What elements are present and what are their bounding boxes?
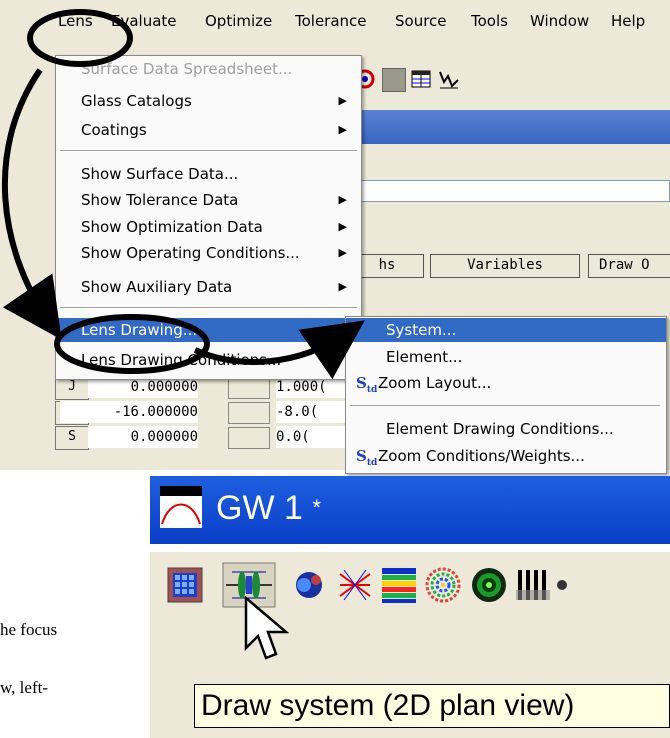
menu-item-label: Show Operating Conditions...: [81, 244, 300, 262]
menu-item-show-tolerance-data[interactable]: Show Tolerance Data ▶: [56, 188, 361, 212]
row-id: S: [55, 426, 89, 450]
spot-diagram-icon[interactable]: [424, 566, 462, 604]
lens-drawing-submenu: System... Element... Std Zoom Layout... …: [345, 316, 667, 474]
gw-divider: [150, 544, 670, 552]
background-strip: [355, 144, 670, 156]
tooltip: Draw system (2D plan view): [194, 684, 670, 728]
menu-item-label: Glass Catalogs: [81, 92, 192, 110]
menu-item-surface-data-spreadsheet: Surface Data Spreadsheet...: [56, 57, 361, 81]
menu-item-label: Show Optimization Data: [81, 218, 263, 236]
ray-fan-icon[interactable]: [336, 566, 374, 604]
submenu-arrow-icon: ▶: [338, 280, 347, 293]
submenu-item-label: Zoom Layout...: [378, 374, 492, 392]
menu-item-show-optimization-data[interactable]: Show Optimization Data ▶: [56, 215, 361, 239]
menu-tools[interactable]: Tools: [471, 10, 508, 32]
menu-item-label: Coatings: [81, 121, 147, 139]
menu-item-glass-catalogs[interactable]: Glass Catalogs ▶: [56, 89, 361, 113]
menu-item-lens-drawing-conditions[interactable]: Lens Drawing Conditions...: [56, 348, 361, 372]
menu-separator: [60, 307, 357, 309]
menu-item-show-auxiliary-data[interactable]: Show Auxiliary Data ▶: [56, 275, 361, 299]
std-icon: Std: [356, 447, 378, 468]
green-spot-icon[interactable]: [470, 566, 508, 604]
background-toolbar: [350, 60, 670, 98]
menu-tolerance[interactable]: Tolerance: [295, 10, 367, 32]
menu-item-label: Lens Drawing...: [81, 321, 198, 339]
color-bars-icon[interactable]: [380, 566, 418, 604]
row-variable-box[interactable]: [228, 402, 270, 424]
menu-window[interactable]: Window: [530, 10, 589, 32]
submenu-arrow-icon: ▶: [338, 246, 347, 259]
menu-evaluate[interactable]: Evaluate: [111, 10, 177, 32]
row-variable-box[interactable]: [228, 427, 270, 449]
submenu-arrow-icon: ▶: [338, 193, 347, 206]
submenu-arrow-icon: ▶: [338, 94, 347, 107]
lens-menu: Surface Data Spreadsheet... Glass Catalo…: [55, 55, 362, 380]
menubar: Lens Evaluate Optimize Tolerance Source …: [0, 0, 670, 40]
row-value-2[interactable]: 0.0(: [276, 426, 346, 448]
submenu-item-element-drawing-conditions[interactable]: Element Drawing Conditions...: [346, 417, 666, 441]
row-value[interactable]: 0.000000: [88, 426, 198, 448]
gw-title-text: GW 1: [216, 489, 303, 527]
menu-item-show-operating-conditions[interactable]: Show Operating Conditions... ▶: [56, 241, 361, 265]
doc-text-fragment: he focus: [0, 620, 58, 639]
submenu-item-element[interactable]: Element...: [346, 345, 666, 369]
menu-item-label: Lens Drawing Conditions...: [81, 351, 282, 369]
menu-help[interactable]: Help: [611, 10, 645, 32]
menu-item-label: Surface Data Spreadsheet...: [81, 60, 293, 78]
menu-item-lens-drawing[interactable]: Lens Drawing... ▶: [56, 318, 361, 342]
menu-lens[interactable]: Lens: [58, 10, 93, 32]
menu-source[interactable]: Source: [395, 10, 447, 32]
submenu-arrow-icon: ▶: [338, 220, 347, 233]
spot-grid-icon[interactable]: [166, 566, 204, 604]
wave-plot-icon[interactable]: [438, 68, 460, 90]
menu-separator: [350, 405, 660, 407]
menu-item-coatings[interactable]: Coatings ▶: [56, 118, 361, 142]
modified-mark: *: [312, 495, 321, 520]
submenu-item-label: System...: [386, 321, 457, 339]
background-input[interactable]: [355, 180, 670, 202]
submenu-item-label: Element Drawing Conditions...: [386, 420, 614, 438]
table-icon[interactable]: [410, 68, 432, 90]
menu-item-show-surface-data[interactable]: Show Surface Data...: [56, 162, 361, 186]
row-value-2[interactable]: -8.0(: [276, 401, 346, 423]
menu-separator: [60, 150, 357, 152]
row-variable-box[interactable]: [228, 377, 270, 399]
submenu-arrow-icon: ▶: [338, 123, 347, 136]
mouse-pointer-icon: [244, 596, 290, 660]
menu-item-label: Show Auxiliary Data: [81, 278, 233, 296]
bars-icon[interactable]: [514, 566, 552, 604]
submenu-item-label: Zoom Conditions/Weights...: [378, 447, 585, 465]
menu-optimize[interactable]: Optimize: [205, 10, 272, 32]
background-titlebar: [355, 110, 670, 144]
blue-lens-icon[interactable]: [290, 566, 328, 604]
submenu-item-zoom-layout[interactable]: Std Zoom Layout...: [346, 371, 666, 395]
std-icon: Std: [356, 374, 378, 395]
menu-item-label: Show Tolerance Data: [81, 191, 239, 209]
partial-toolbar-icon[interactable]: [556, 566, 594, 604]
menu-item-label: Show Surface Data...: [81, 165, 239, 183]
doc-text-fragment: w, left-: [0, 678, 48, 697]
graph-window-icon: [160, 486, 202, 528]
tab-draw[interactable]: Draw O: [588, 254, 670, 278]
submenu-item-zoom-conditions-weights[interactable]: Std Zoom Conditions/Weights...: [346, 444, 666, 468]
submenu-item-system[interactable]: System...: [346, 318, 666, 342]
row-value[interactable]: -16.000000: [60, 401, 198, 423]
gw-title: GW 1 *: [216, 488, 321, 528]
submenu-item-label: Element...: [386, 348, 463, 366]
tab-variables[interactable]: Variables: [430, 254, 580, 278]
gray-square-icon[interactable]: [382, 68, 406, 92]
